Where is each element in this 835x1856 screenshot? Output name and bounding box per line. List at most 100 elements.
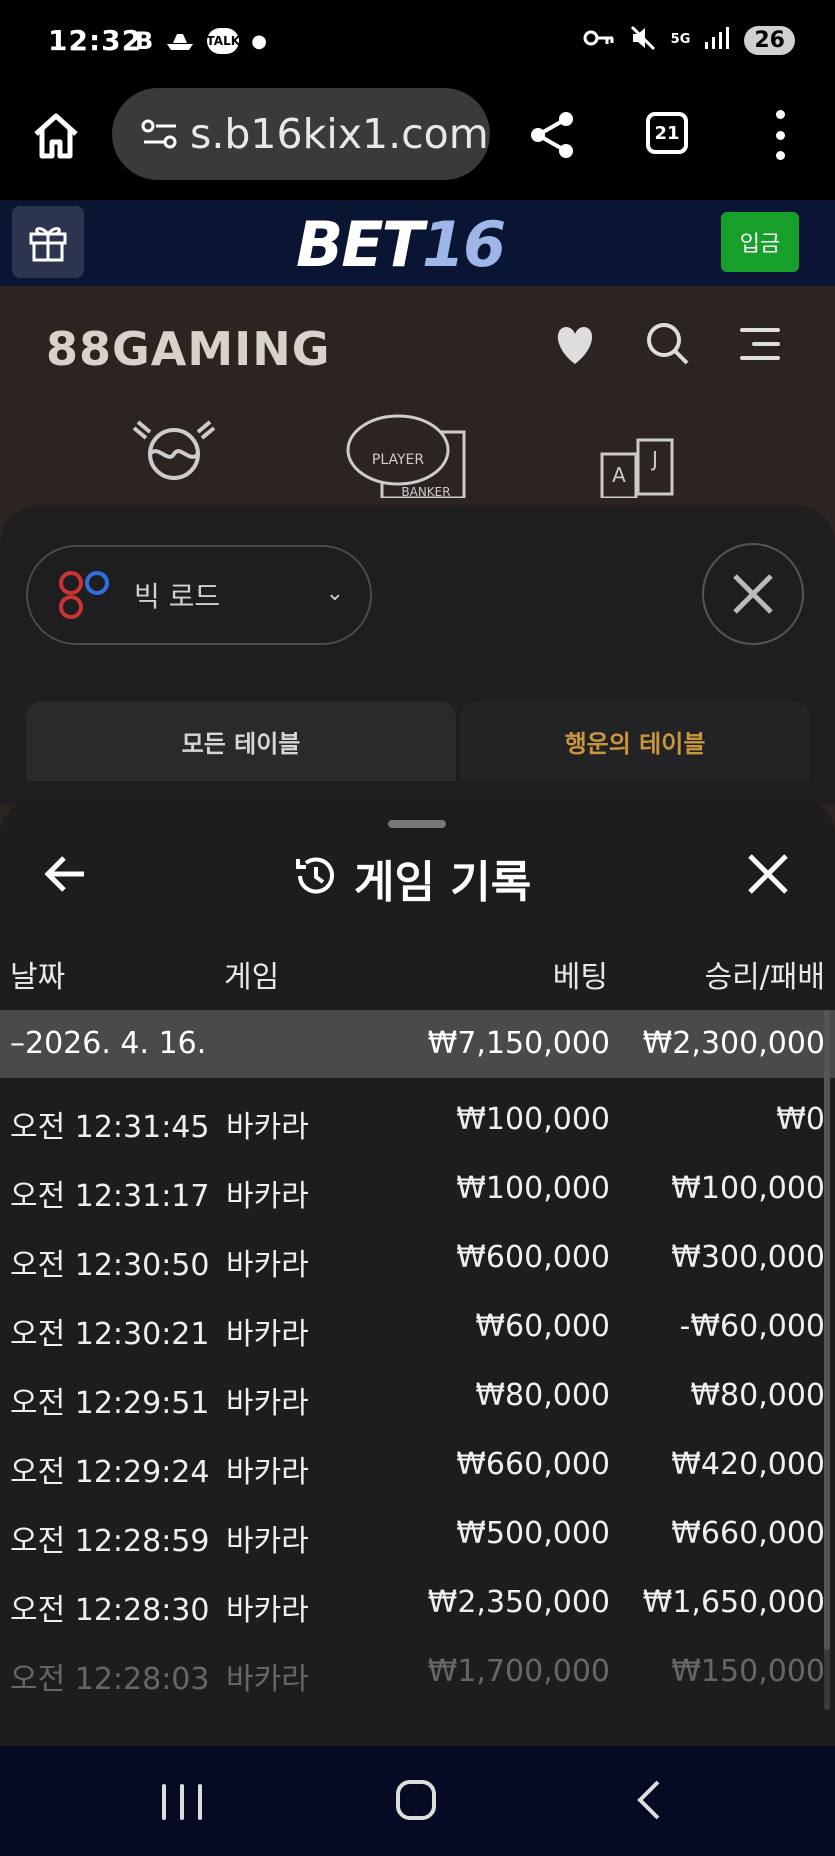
row-win-loss: ₩660,000	[671, 1516, 825, 1551]
baccarat-icon[interactable]: PLAYER BANKER	[346, 412, 472, 502]
col-game: 게임	[224, 960, 280, 995]
row-win-loss: ₩300,000	[671, 1240, 825, 1275]
mute-icon	[629, 24, 657, 56]
row-bet: ₩80,000	[475, 1378, 610, 1413]
status-bar: 12:32 B TALK ● 5G 26	[0, 0, 835, 86]
row-win-loss: ₩80,000	[690, 1378, 825, 1413]
history-row[interactable]: 오전 12:28:03 바카라 ₩1,700,000 ₩150,000	[0, 1640, 835, 1709]
korea-flag-icon[interactable]	[128, 408, 220, 492]
summary-bet: ₩7,150,000	[427, 1026, 610, 1061]
row-bet: ₩60,000	[475, 1309, 610, 1344]
tab-lucky-tables[interactable]: 행운의 테이블	[460, 701, 810, 781]
history-row[interactable]: 오전 12:30:21 바카라 ₩60,000 -₩60,000	[0, 1295, 835, 1364]
row-bet: ₩100,000	[456, 1171, 610, 1206]
row-date: 오전 12:28:30	[10, 1593, 210, 1628]
notification-icons: B TALK ●	[135, 26, 267, 56]
row-game: 바카라	[226, 1317, 309, 1352]
share-icon[interactable]	[528, 110, 576, 160]
address-bar[interactable]: s.b16kix1.com	[112, 88, 490, 180]
search-icon[interactable]	[644, 320, 690, 366]
tab-all-tables[interactable]: 모든 테이블	[26, 701, 456, 781]
history-row[interactable]: 오전 12:29:51 바카라 ₩80,000 ₩80,000	[0, 1364, 835, 1433]
row-date: 오전 12:29:24	[10, 1455, 210, 1490]
summary-win-loss: ₩2,300,000	[642, 1026, 825, 1061]
row-bet: ₩600,000	[456, 1240, 610, 1275]
nav-back-icon[interactable]	[630, 1778, 670, 1822]
status-time: 12:32	[48, 24, 143, 57]
road-type-select[interactable]: 빅 로드 ⌄	[26, 545, 372, 645]
more-options-icon[interactable]	[772, 110, 788, 160]
talk-icon: TALK	[207, 28, 240, 54]
col-win-loss: 승리/패배	[704, 960, 825, 995]
panel-close-button[interactable]	[702, 543, 804, 645]
svg-text:PLAYER: PLAYER	[372, 452, 424, 468]
b-app-icon: B	[135, 27, 154, 55]
row-date: 오전 12:29:51	[10, 1386, 210, 1421]
row-win-loss: ₩150,000	[671, 1654, 825, 1689]
row-win-loss: -₩60,000	[679, 1309, 825, 1344]
row-bet: ₩1,700,000	[427, 1654, 610, 1689]
boat-icon	[165, 26, 195, 56]
sheet-drag-handle[interactable]	[388, 820, 446, 828]
deposit-button[interactable]: 입금	[721, 212, 799, 272]
site-settings-icon[interactable]	[140, 116, 180, 152]
road-type-label: 빅 로드	[134, 580, 221, 613]
history-row[interactable]: 오전 12:31:17 바카라 ₩100,000 ₩100,000	[0, 1157, 835, 1226]
row-date: 오전 12:31:17	[10, 1179, 210, 1214]
row-game: 바카라	[226, 1179, 309, 1214]
key-icon	[583, 28, 615, 52]
bet16-logo[interactable]: BET16	[296, 208, 506, 281]
history-clock-icon	[292, 853, 338, 903]
row-game: 바카라	[226, 1593, 309, 1628]
row-win-loss: ₩420,000	[671, 1447, 825, 1482]
row-date: 오전 12:28:03	[10, 1662, 210, 1697]
col-bet: 베팅	[552, 960, 608, 995]
dot-icon: ●	[251, 30, 268, 52]
row-bet: ₩100,000	[456, 1102, 610, 1137]
history-row[interactable]: 오전 12:28:30 바카라 ₩2,350,000 ₩1,650,000	[0, 1571, 835, 1640]
row-game: 바카라	[226, 1524, 309, 1559]
recent-apps-icon[interactable]	[162, 1784, 202, 1820]
home-icon[interactable]	[28, 108, 84, 164]
system-icons: 5G 26	[583, 24, 795, 56]
svg-text:J: J	[650, 447, 658, 471]
menu-icon[interactable]	[740, 328, 780, 360]
summary-date: –2026. 4. 16.	[10, 1026, 207, 1061]
back-arrow-icon[interactable]	[44, 852, 88, 896]
favorites-heart-icon[interactable]	[552, 324, 598, 366]
row-game: 바카라	[226, 1248, 309, 1283]
tabs-button[interactable]: 21	[646, 112, 688, 154]
row-game: 바카라	[226, 1455, 309, 1490]
row-win-loss: ₩100,000	[671, 1171, 825, 1206]
svg-text:A: A	[612, 463, 626, 487]
scrollbar-thumb[interactable]	[824, 1010, 830, 1650]
row-win-loss: ₩1,650,000	[642, 1585, 825, 1620]
history-row[interactable]: 오전 12:31:45 바카라 ₩100,000 ₩0	[0, 1088, 835, 1157]
history-row[interactable]: 오전 12:29:24 바카라 ₩660,000 ₩420,000	[0, 1433, 835, 1502]
network-5g-icon: 5G	[670, 32, 691, 47]
battery-indicator: 26	[744, 25, 795, 55]
row-bet: ₩2,350,000	[427, 1585, 610, 1620]
row-win-loss: ₩0	[776, 1102, 825, 1137]
row-date: 오전 12:31:45	[10, 1110, 210, 1145]
cards-icon[interactable]: AJ	[598, 438, 684, 502]
road-rings-icon	[58, 569, 110, 621]
row-bet: ₩660,000	[456, 1447, 610, 1482]
brand-logo: 88GAMING	[46, 322, 331, 376]
history-rows: 오전 12:31:45 바카라 ₩100,000 ₩0 오전 12:31:17 …	[0, 1088, 835, 1709]
history-row[interactable]: 오전 12:30:50 바카라 ₩600,000 ₩300,000	[0, 1226, 835, 1295]
gift-icon[interactable]	[12, 206, 84, 278]
row-bet: ₩500,000	[456, 1516, 610, 1551]
row-game: 바카라	[226, 1662, 309, 1697]
date-summary-row[interactable]: –2026. 4. 16. ₩7,150,000 ₩2,300,000	[0, 1010, 835, 1078]
url-text: s.b16kix1.com	[190, 110, 489, 158]
col-date: 날짜	[10, 960, 66, 995]
close-icon[interactable]	[746, 852, 790, 896]
history-column-headers: 날짜 게임 베팅 승리/패배	[0, 952, 835, 1002]
sheet-title: 게임 기록	[292, 846, 531, 910]
row-date: 오전 12:30:50	[10, 1248, 210, 1283]
nav-home-icon[interactable]	[396, 1780, 436, 1820]
history-row[interactable]: 오전 12:28:59 바카라 ₩500,000 ₩660,000	[0, 1502, 835, 1571]
row-game: 바카라	[226, 1386, 309, 1421]
row-game: 바카라	[226, 1110, 309, 1145]
